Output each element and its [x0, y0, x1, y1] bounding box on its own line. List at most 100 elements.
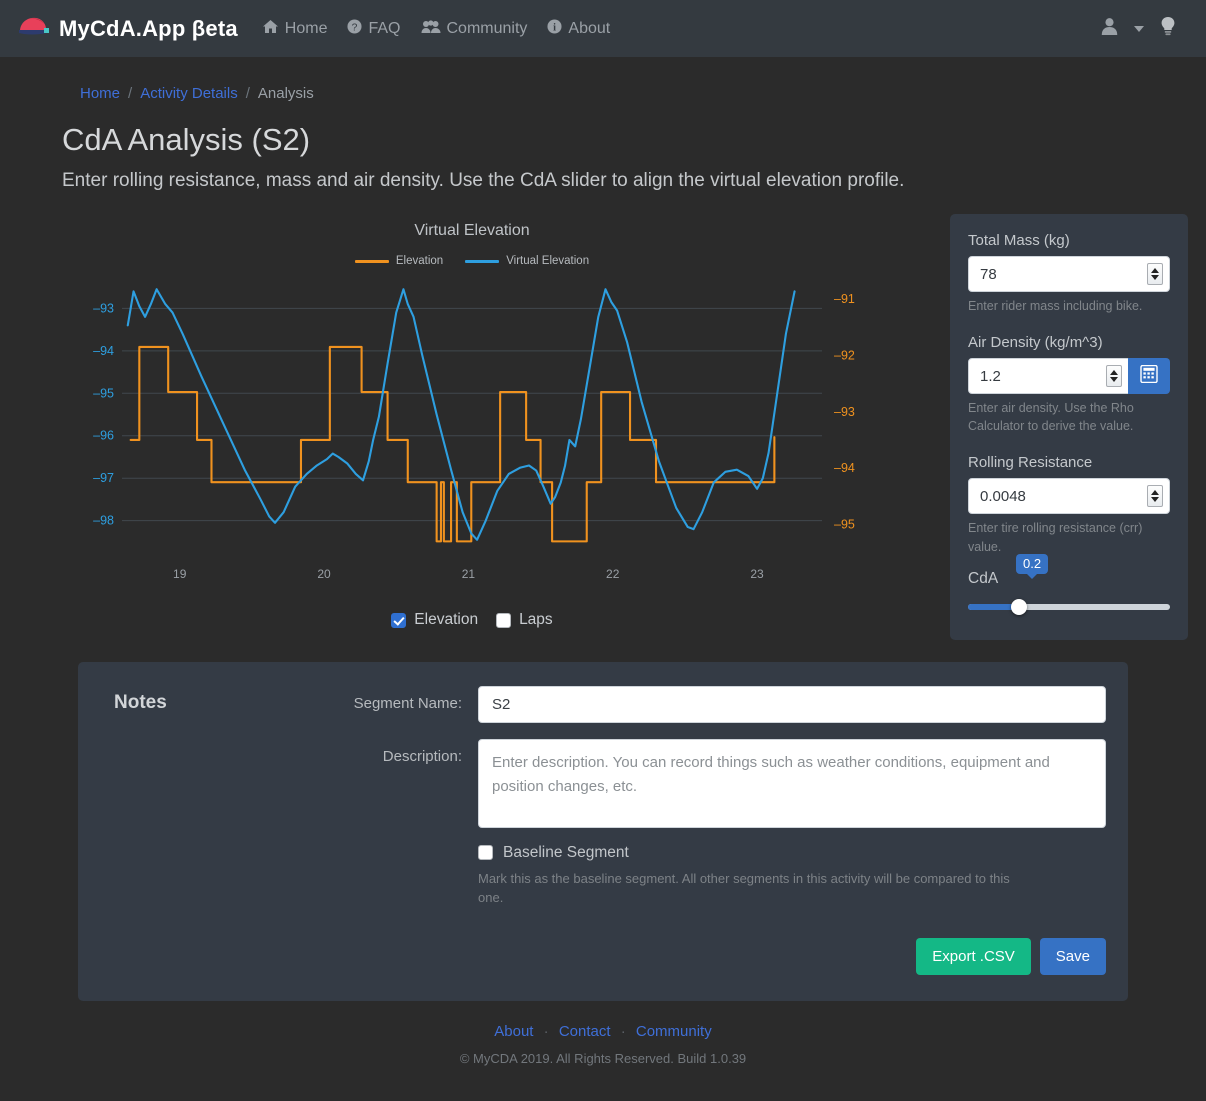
- baseline-segment-checkbox[interactable]: [478, 845, 493, 861]
- chart-canvas: –93 –94 –95 –96 –97 –98 –91 –92 –93 –94 –95: [93, 288, 855, 543]
- cda-slider-knob[interactable]: [1010, 598, 1027, 615]
- cda-slider[interactable]: [968, 598, 1170, 616]
- navbar-right-actions: [1101, 16, 1190, 41]
- baseline-segment-help: Mark this as the baseline segment. All o…: [478, 870, 1010, 906]
- footer-link-about[interactable]: About: [494, 1023, 533, 1040]
- air-density-input[interactable]: 1.2: [968, 358, 1129, 395]
- chart-x-tick: 20: [317, 567, 331, 581]
- chart-toggle-row: Elevation Laps: [62, 611, 882, 629]
- legend-item-elevation[interactable]: Elevation: [354, 255, 444, 267]
- svg-text:–94: –94: [834, 461, 855, 475]
- total-mass-input[interactable]: 78: [968, 256, 1170, 292]
- legend-label-virtual-elevation: Virtual Elevation: [506, 255, 590, 267]
- checkbox-elevation[interactable]: Elevation: [391, 611, 478, 629]
- legend-label-elevation: Elevation: [395, 255, 444, 267]
- checkbox-laps[interactable]: Laps: [496, 611, 553, 629]
- laps-checkbox-box[interactable]: [496, 612, 512, 628]
- virtual-elevation-chart: Virtual Elevation Elevation Virtual Elev…: [62, 214, 882, 629]
- user-icon[interactable]: [1101, 17, 1118, 40]
- breadcrumb-item-analysis: Analysis: [257, 85, 314, 102]
- nav-item-faq[interactable]: ? FAQ: [347, 18, 401, 39]
- legend-swatch-elevation: [354, 259, 389, 263]
- nav-item-about-label: About: [568, 19, 611, 37]
- nav-item-about[interactable]: i About: [547, 18, 611, 39]
- legend-swatch-virtual-elevation: [465, 259, 500, 263]
- notes-form: Segment Name: S2 Description: Enter desc…: [280, 685, 1106, 975]
- segment-name-input[interactable]: S2: [478, 685, 1106, 723]
- footer-link-contact[interactable]: Contact: [559, 1023, 611, 1040]
- rolling-resistance-label: Rolling Resistance: [968, 454, 1093, 472]
- chart-x-tick: 23: [750, 567, 764, 581]
- cda-value-tooltip: 0.2: [1016, 553, 1049, 580]
- chart-x-axis: 19 20 21 22 23: [62, 567, 882, 587]
- notes-button-row: Export .CSV Save: [280, 937, 1106, 975]
- air-density-help: Enter air density. Use the Rho Calculato…: [968, 401, 1134, 434]
- chevron-down-icon[interactable]: [1134, 25, 1144, 32]
- rho-calculator-button[interactable]: [1128, 358, 1170, 395]
- export-csv-button[interactable]: Export .CSV: [916, 937, 1031, 975]
- elevation-checkbox-box[interactable]: [391, 612, 407, 628]
- lightbulb-icon[interactable]: [1160, 16, 1176, 41]
- air-density-stepper[interactable]: [1106, 365, 1122, 388]
- notes-card: Notes Segment Name: S2 Description: Ente…: [78, 661, 1128, 1001]
- total-mass-row: 78: [968, 256, 1170, 292]
- chart-plot-area[interactable]: –93 –94 –95 –96 –97 –98 –91 –92 –93 –94 –95: [62, 275, 882, 565]
- baseline-segment-label: Baseline Segment: [503, 843, 629, 861]
- total-mass-help: Enter rider mass including bike.: [968, 299, 1143, 313]
- segment-name-value: S2: [492, 695, 511, 713]
- rolling-resistance-input[interactable]: 0.0048: [968, 478, 1170, 515]
- chart-x-tick: 22: [606, 567, 620, 581]
- calculator-icon: [1140, 364, 1158, 388]
- nav-item-home-label: Home: [284, 19, 328, 37]
- brand-logo-link[interactable]: MyCdA.App βeta: [16, 14, 238, 43]
- cycling-cap-logo-icon: [16, 14, 50, 43]
- baseline-segment-row[interactable]: Baseline Segment: [478, 844, 1106, 862]
- chart-legend: Elevation Virtual Elevation: [62, 255, 882, 267]
- question-circle-icon: ?: [347, 18, 363, 39]
- notes-title: Notes: [114, 691, 167, 713]
- brand-title: MyCdA.App βeta: [59, 15, 238, 41]
- description-textarea[interactable]: Enter description. You can record things…: [478, 738, 1106, 828]
- svg-text:–95: –95: [93, 386, 114, 400]
- page-lead-text: Enter rolling resistance, mass and air d…: [62, 170, 905, 191]
- total-mass-stepper[interactable]: [1147, 263, 1163, 285]
- breadcrumb-separator: /: [128, 85, 133, 102]
- air-density-value: 1.2: [980, 367, 1001, 385]
- save-button[interactable]: Save: [1039, 937, 1106, 975]
- air-density-label: Air Density (kg/m^3): [968, 334, 1103, 352]
- checkbox-elevation-label: Elevation: [414, 611, 479, 628]
- rolling-resistance-stepper[interactable]: [1147, 485, 1163, 508]
- footer: About · Contact · Community © MyCDA 2019…: [0, 1023, 1206, 1066]
- footer-separator: ·: [620, 1022, 626, 1040]
- parameters-panel: Total Mass (kg) 78 Enter rider mass incl…: [950, 214, 1188, 640]
- svg-text:–96: –96: [93, 429, 114, 443]
- total-mass-value: 78: [980, 265, 997, 283]
- segment-name-row: Segment Name: S2: [280, 685, 1106, 723]
- legend-item-virtual-elevation[interactable]: Virtual Elevation: [465, 255, 589, 267]
- svg-text:?: ?: [352, 22, 358, 33]
- page-title: CdA Analysis (S2): [62, 122, 311, 157]
- breadcrumb-separator: /: [245, 85, 250, 102]
- footer-separator: ·: [543, 1022, 549, 1040]
- rolling-resistance-row: 0.0048: [968, 478, 1170, 515]
- nav-item-community[interactable]: Community: [421, 19, 528, 39]
- chart-x-tick: 21: [461, 567, 476, 581]
- nav-item-community-label: Community: [446, 19, 528, 37]
- description-placeholder: Enter description. You can record things…: [492, 753, 1050, 795]
- footer-link-community[interactable]: Community: [636, 1023, 712, 1040]
- chart-x-tick: 19: [173, 567, 187, 581]
- rolling-resistance-help: Enter tire rolling resistance (crr) valu…: [968, 521, 1143, 554]
- segment-name-label: Segment Name:: [353, 694, 462, 712]
- breadcrumb: Home / Activity Details / Analysis: [0, 57, 1206, 102]
- footer-links: About · Contact · Community: [0, 1023, 1206, 1040]
- total-mass-label: Total Mass (kg): [968, 232, 1070, 249]
- nav-item-faq-label: FAQ: [368, 19, 401, 37]
- navbar: MyCdA.App βeta Home ? FAQ Community i Ab…: [0, 0, 1206, 57]
- checkbox-laps-label: Laps: [519, 611, 553, 628]
- analysis-content-row: Virtual Elevation Elevation Virtual Elev…: [0, 214, 1206, 640]
- breadcrumb-item-home[interactable]: Home: [80, 85, 120, 102]
- svg-text:–97: –97: [93, 471, 114, 485]
- breadcrumb-item-activity-details[interactable]: Activity Details: [140, 85, 238, 102]
- svg-text:–92: –92: [834, 348, 855, 362]
- nav-item-home[interactable]: Home: [262, 19, 328, 39]
